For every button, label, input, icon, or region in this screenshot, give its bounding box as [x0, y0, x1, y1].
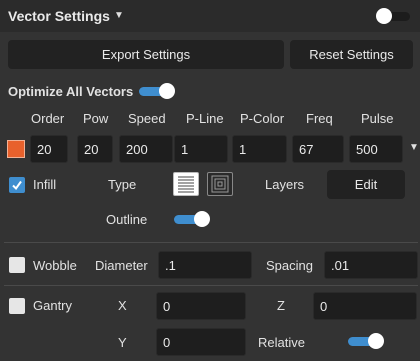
- freq-field[interactable]: 67: [292, 135, 344, 163]
- chevron-down-icon[interactable]: ▼: [409, 142, 419, 153]
- gantry-x-field[interactable]: 0: [156, 292, 246, 320]
- infill-edit-button[interactable]: Edit: [327, 170, 405, 199]
- pow-field[interactable]: 20: [77, 135, 113, 163]
- gantry-y-label: Y: [118, 335, 127, 350]
- concentric-squares-icon: [211, 175, 229, 193]
- optimize-label: Optimize All Vectors: [8, 84, 134, 99]
- diameter-label: Diameter: [95, 258, 148, 273]
- toggle-knob: [376, 8, 392, 24]
- col-header-speed: Speed: [128, 111, 166, 126]
- infill-checkbox[interactable]: [9, 177, 25, 193]
- section-divider: [4, 285, 418, 286]
- pcolor-field[interactable]: 1: [232, 135, 287, 163]
- wobble-label: Wobble: [33, 258, 77, 273]
- relative-toggle[interactable]: [348, 333, 386, 349]
- spacing-field[interactable]: .01: [324, 251, 418, 279]
- export-settings-button[interactable]: Export Settings: [8, 40, 284, 69]
- relative-label: Relative: [258, 335, 305, 350]
- outline-label: Outline: [106, 212, 148, 227]
- col-header-pow: Pow: [83, 111, 109, 126]
- col-header-pulse: Pulse: [361, 111, 394, 126]
- wobble-checkbox[interactable]: [9, 257, 25, 273]
- chevron-down-icon[interactable]: ▼: [114, 10, 124, 21]
- order-field[interactable]: 20: [30, 135, 68, 163]
- speed-field[interactable]: 200: [119, 135, 173, 163]
- gantry-z-label: Z: [277, 298, 285, 313]
- infill-label: Infill: [33, 177, 57, 192]
- infill-layers-label: Layers: [265, 177, 305, 192]
- pulse-field[interactable]: 500: [349, 135, 403, 163]
- gantry-y-field[interactable]: 0: [156, 328, 246, 356]
- col-header-order: Order: [31, 111, 65, 126]
- gantry-checkbox[interactable]: [9, 298, 25, 314]
- col-header-freq: Freq: [306, 111, 333, 126]
- gantry-z-field[interactable]: 0: [313, 292, 417, 320]
- layer-color-swatch[interactable]: [7, 140, 25, 158]
- spacing-label: Spacing: [266, 258, 313, 273]
- section-divider: [4, 242, 418, 243]
- diameter-field[interactable]: .1: [158, 251, 252, 279]
- infill-type-label: Type: [108, 177, 137, 192]
- toggle-knob: [368, 333, 384, 349]
- optimize-toggle[interactable]: [139, 83, 177, 99]
- fill-type-lines-icon[interactable]: [173, 172, 199, 196]
- outline-toggle[interactable]: [174, 211, 212, 227]
- gantry-label: Gantry: [33, 298, 73, 313]
- gantry-x-label: X: [118, 298, 127, 313]
- col-header-pcolor: P-Color: [240, 111, 285, 126]
- reset-settings-button[interactable]: Reset Settings: [290, 40, 413, 69]
- vector-settings-toggle[interactable]: [376, 8, 414, 24]
- col-header-pline: P-Line: [186, 111, 224, 126]
- toggle-knob: [194, 211, 210, 227]
- panel-title: Vector Settings: [8, 8, 110, 24]
- fill-type-offset-icon[interactable]: [207, 172, 233, 196]
- horizontal-lines-icon: [178, 176, 194, 193]
- pline-field[interactable]: 1: [174, 135, 228, 163]
- toggle-knob: [159, 83, 175, 99]
- check-icon: [12, 180, 22, 191]
